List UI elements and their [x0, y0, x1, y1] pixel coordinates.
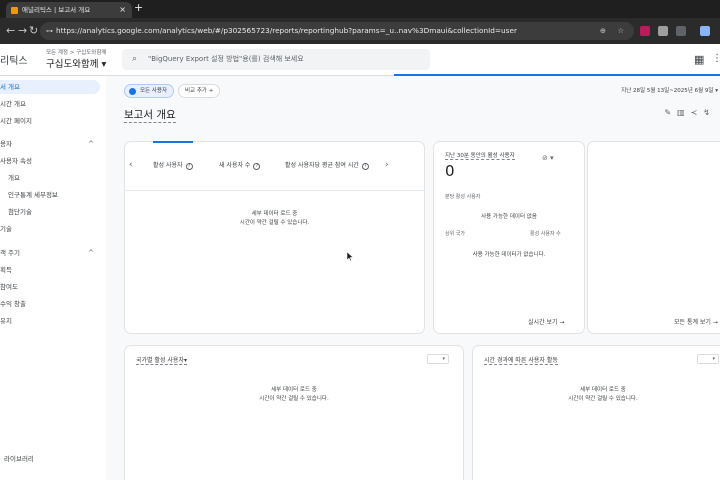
tab-title: 애널리틱스 | 보고서 개요: [22, 6, 91, 14]
analytics-favicon-icon: [11, 7, 18, 14]
column-header-country: 상위 국가: [445, 231, 465, 237]
zoom-icon[interactable]: ⊕: [600, 22, 606, 40]
tab-avg-engagement-time[interactable]: 활성 사용자당 평균 참여 시간?: [285, 160, 369, 170]
divider: [125, 190, 424, 191]
sidebar-section-user[interactable]: 용자: [0, 137, 12, 151]
chevron-left-icon[interactable]: ‹: [129, 160, 133, 170]
bookmark-star-icon[interactable]: ☆: [617, 22, 624, 40]
address-bar[interactable]: ⊶ https://analytics.google.com/analytics…: [40, 22, 634, 40]
collapse-icon[interactable]: ^: [88, 249, 94, 257]
sidebar-item-reports-snapshot[interactable]: 서 개요: [0, 80, 100, 94]
browser-tab-bar: 애널리틱스 | 보고서 개요 × +: [0, 0, 720, 18]
search-icon: ⌕: [132, 54, 138, 64]
view-realtime-link[interactable]: 실시간 보기 →: [528, 317, 564, 326]
loading-message: 세부 데이터 로드 중 시간이 약간 걸릴 수 있습니다.: [259, 387, 329, 402]
insights-card: 모든 통계 보기 →: [588, 142, 720, 333]
collapse-icon[interactable]: ^: [88, 140, 94, 148]
per-minute-label: 분당 활성 사용자: [445, 194, 481, 200]
sidebar-item-demographics[interactable]: 인구통계 세부정보: [8, 188, 58, 202]
property-name: 구십도와함께: [46, 59, 99, 70]
extension-icon[interactable]: [658, 26, 668, 36]
sidebar-item-retention[interactable]: 유지: [0, 314, 12, 328]
country-users-card: 국가별 활성 사용자▾ ▾ 세부 데이터 로드 중 시간이 약간 걸릴 수 있습…: [125, 346, 463, 480]
apps-grid-icon[interactable]: ▦: [694, 53, 704, 66]
site-info-icon[interactable]: ⊶: [46, 22, 53, 40]
chevron-right-icon[interactable]: ›: [385, 160, 389, 170]
card-title[interactable]: 국가별 활성 사용자▾: [136, 355, 187, 365]
more-vert-icon[interactable]: ⋮: [712, 53, 720, 64]
browser-toolbar: ← → ↻ ⊶ https://analytics.google.com/ana…: [0, 18, 720, 44]
selected-metric-indicator: [153, 141, 193, 143]
sidebar-item-library[interactable]: 라이브러리: [4, 452, 34, 466]
share-icon[interactable]: ≺: [691, 108, 704, 117]
edit-icon[interactable]: ✎: [664, 108, 677, 117]
app-header: 리틱스 모든 계정 > 구십도와함께 구십도와함께 ▾ ⌕ "BigQuery …: [0, 44, 720, 76]
sidebar-item-acquisition[interactable]: 획득: [0, 263, 12, 277]
loading-message: 세부 데이터 로드 중 시간이 약간 걸릴 수 있습니다.: [568, 387, 638, 402]
back-icon[interactable]: ←: [6, 24, 15, 37]
product-name: 리틱스: [0, 56, 28, 67]
tab-new-users[interactable]: 새 사용자 수?: [219, 160, 261, 170]
extension-icon[interactable]: [640, 26, 650, 36]
card-options-select[interactable]: ▾: [427, 354, 449, 364]
url-text: https://analytics.google.com/analytics/w…: [56, 26, 517, 35]
view-all-insights-link[interactable]: 모든 통계 보기 →: [674, 317, 718, 326]
forward-icon[interactable]: →: [18, 24, 27, 37]
sidebar-item-engagement[interactable]: 참여도: [0, 280, 18, 294]
new-tab-button[interactable]: +: [134, 1, 143, 14]
close-tab-icon[interactable]: ×: [119, 2, 126, 18]
check-circle-icon[interactable]: ⊘ ▾: [542, 154, 554, 162]
help-icon[interactable]: ?: [361, 163, 369, 170]
compare-icon[interactable]: ▥: [677, 108, 691, 117]
download-icon[interactable]: [700, 26, 710, 36]
sidebar-section-lifecycle[interactable]: 객 주기: [0, 246, 20, 260]
realtime-title: 지난 30분 동안의 활성 사용자: [445, 153, 515, 160]
metrics-card: ‹ 활성 사용자? 새 사용자 수? 활성 사용자당 평균 참여 시간? › 세…: [125, 141, 424, 333]
sidebar-item-realtime-overview[interactable]: 시간 개요: [0, 97, 26, 111]
help-icon[interactable]: ?: [185, 163, 193, 170]
sidebar: 서 개요 시간 개요 시간 페이지 용자 ^ 사용자 속성 개요 인구통계 세부…: [0, 76, 106, 480]
tab-active-users[interactable]: 활성 사용자?: [153, 160, 193, 170]
sidebar-item-overview[interactable]: 개요: [8, 171, 20, 185]
caret-down-icon: ▾: [101, 59, 107, 70]
browser-tab[interactable]: 애널리틱스 | 보고서 개요 ×: [6, 2, 132, 18]
page-title: 보고서 개요: [124, 109, 176, 123]
add-comparison-button[interactable]: 비교 추가 +: [178, 84, 221, 98]
sidebar-item-technology[interactable]: 기술: [0, 222, 12, 236]
sidebar-item-realtime-pages[interactable]: 시간 페이지: [0, 114, 32, 128]
empty-message: 사용 가능한 데이터 없음: [481, 214, 537, 220]
realtime-card: 지난 30분 동안의 활성 사용자 ⊘ ▾ 0 분당 활성 사용자 사용 가능한…: [434, 142, 584, 333]
reload-icon[interactable]: ↻: [29, 24, 38, 37]
insights-icon[interactable]: ↯: [703, 108, 716, 117]
main-content: 모든 사용자 비교 추가 + 지난 28일 5월 13일~2025년 6월 9일…: [106, 76, 720, 480]
sidebar-item-user-attributes[interactable]: 사용자 속성: [0, 154, 32, 168]
report-actions: ✎▥≺↯: [664, 108, 716, 117]
account-selector[interactable]: 모든 계정 > 구십도와함께 구십도와함께 ▾: [46, 48, 106, 70]
filter-chip-all-users[interactable]: 모든 사용자: [124, 84, 175, 98]
search-input[interactable]: ⌕ "BigQuery Export 설정 방법"용(를) 검색해 보세요: [122, 49, 430, 70]
column-header-users: 활성 사용자 수: [530, 231, 561, 237]
empty-message: 사용 가능한 데이터가 없습니다.: [472, 252, 546, 258]
card-options-select[interactable]: ▾: [697, 354, 719, 364]
mouse-cursor-icon: [347, 252, 353, 261]
profile-icon[interactable]: [676, 26, 686, 36]
sidebar-item-tech[interactable]: 첨단기술: [8, 205, 32, 219]
date-range-picker[interactable]: 지난 28일 5월 13일~2025년 6월 9일 ▾: [621, 86, 718, 94]
realtime-value: 0: [445, 162, 455, 180]
breadcrumb: 모든 계정 > 구십도와함께: [46, 50, 107, 56]
sidebar-item-monetization[interactable]: 수익 창출: [0, 297, 26, 311]
search-placeholder: "BigQuery Export 설정 방법"용(를) 검색해 보세요: [148, 55, 304, 63]
user-group-icon: [129, 87, 136, 95]
loading-message: 세부 데이터 로드 중 시간이 약간 걸릴 수 있습니다.: [239, 211, 310, 226]
card-title: 시간 경과에 따른 사용자 활동: [484, 357, 558, 365]
user-activity-card: 시간 경과에 따른 사용자 활동 ▾ 세부 데이터 로드 중 시간이 약간 걸릴…: [473, 346, 720, 480]
help-icon[interactable]: ?: [253, 163, 261, 170]
